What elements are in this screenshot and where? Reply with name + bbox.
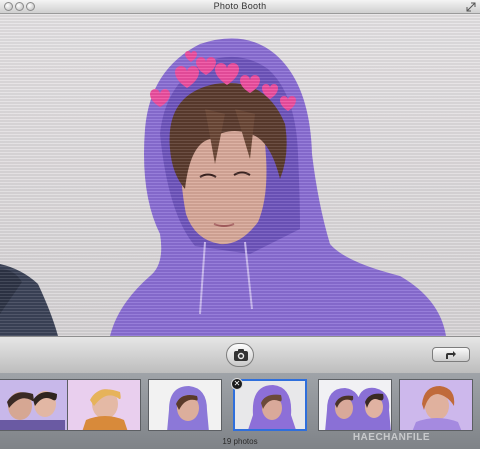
photo-thumbnail[interactable]	[399, 379, 473, 431]
share-button[interactable]	[432, 347, 470, 362]
share-arrow-icon	[446, 351, 456, 359]
fullscreen-icon[interactable]	[466, 2, 476, 12]
delete-photo-button[interactable]: ✕	[231, 378, 243, 390]
title-bar: Photo Booth	[0, 0, 480, 14]
take-photo-button[interactable]	[226, 343, 254, 367]
photo-thumbnail[interactable]	[148, 379, 222, 431]
window-title: Photo Booth	[213, 1, 267, 11]
camera-preview	[0, 14, 480, 336]
photo-thumbnail[interactable]	[318, 379, 392, 431]
camera-icon	[234, 349, 248, 361]
toolbar	[0, 336, 480, 373]
photo-thumbnail[interactable]	[67, 379, 141, 431]
photo-booth-window: Photo Booth ✕ 19 photos HAECHANFILE	[0, 0, 480, 449]
photo-thumbnail[interactable]	[0, 379, 68, 431]
watermark: HAECHANFILE	[352, 432, 430, 443]
photo-thumbnail-selected[interactable]	[233, 379, 307, 431]
